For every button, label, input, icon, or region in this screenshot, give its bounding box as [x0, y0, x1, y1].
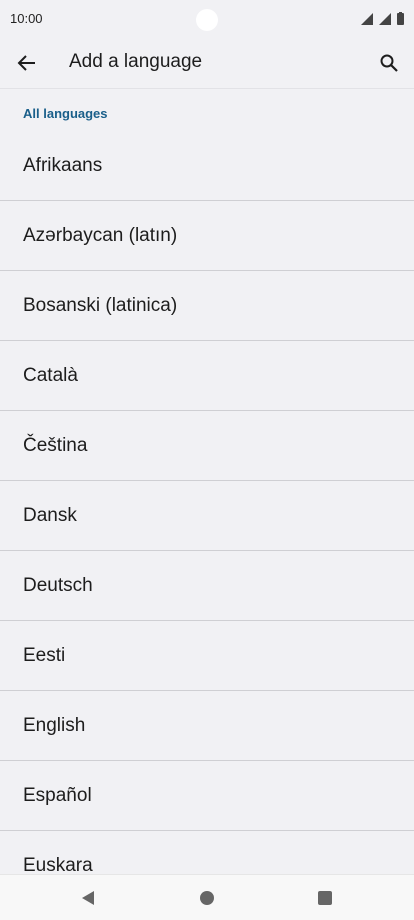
language-item[interactable]: English [0, 691, 414, 761]
language-item[interactable]: Bosanski (latinica) [0, 271, 414, 341]
status-bar: 10:00 [0, 0, 414, 36]
app-bar: Add a language [0, 36, 414, 89]
recents-square-icon [318, 891, 332, 905]
language-list: Afrikaans Azərbaycan (latın) Bosanski (l… [0, 131, 414, 901]
system-nav-bar [0, 874, 414, 920]
language-item[interactable]: Čeština [0, 411, 414, 481]
status-icons [361, 12, 404, 25]
language-item[interactable]: Afrikaans [0, 131, 414, 201]
signal-icon [379, 13, 391, 25]
signal-icon [361, 13, 373, 25]
camera-cutout [196, 9, 218, 31]
language-item[interactable]: Deutsch [0, 551, 414, 621]
nav-recents-button[interactable] [313, 886, 337, 910]
arrow-back-icon [17, 55, 35, 71]
home-circle-icon [200, 891, 214, 905]
section-header: All languages [23, 106, 108, 121]
nav-back-button[interactable] [76, 886, 100, 910]
search-button[interactable] [374, 48, 404, 78]
language-item[interactable]: Eesti [0, 621, 414, 691]
language-item[interactable]: Español [0, 761, 414, 831]
nav-home-button[interactable] [195, 886, 219, 910]
language-item[interactable]: Dansk [0, 481, 414, 551]
status-time: 10:00 [10, 11, 43, 26]
search-icon [380, 54, 398, 72]
language-item[interactable]: Azərbaycan (latın) [0, 201, 414, 271]
language-item[interactable]: Català [0, 341, 414, 411]
page-title: Add a language [69, 51, 203, 72]
battery-icon [397, 12, 404, 25]
back-button[interactable] [12, 48, 42, 78]
back-triangle-icon [82, 891, 94, 905]
